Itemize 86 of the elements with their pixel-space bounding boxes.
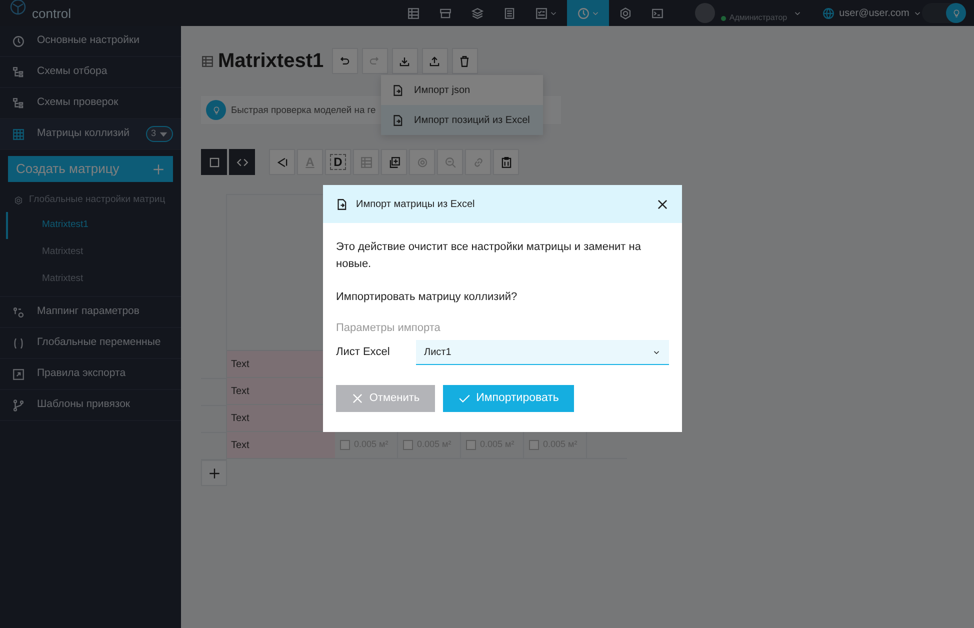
count-badge[interactable]: 3 [146, 126, 173, 142]
clock-icon [12, 34, 25, 48]
logo-icon [10, 0, 26, 15]
logo-text: control [32, 6, 72, 20]
checkbox[interactable] [340, 440, 350, 450]
layers-icon [470, 6, 484, 20]
add-row-button[interactable] [201, 460, 227, 486]
clock-icon [576, 6, 590, 20]
file-import-icon [391, 84, 404, 96]
import-button[interactable]: Импортировать [443, 385, 574, 412]
create-matrix-button[interactable]: Создать матрицу [8, 156, 173, 182]
checkbox[interactable] [529, 440, 539, 450]
checkbox[interactable] [466, 440, 476, 450]
table-icon [201, 54, 214, 68]
page-title: Matrixtest1 [218, 49, 324, 74]
view-toggle[interactable] [229, 149, 255, 175]
terminal-icon [650, 6, 664, 20]
section-label: Параметры импорта [336, 320, 442, 336]
sidebar-item[interactable]: Схемы отбора [0, 57, 181, 88]
dialog-text: Это действие очистит все настройки матрицы и заменит на новые. [336, 240, 642, 272]
tool-button[interactable]: D [325, 149, 351, 175]
account-email[interactable]: user@user.com [839, 6, 910, 20]
checkbox[interactable] [403, 440, 413, 450]
undo-button[interactable] [332, 48, 358, 74]
toolbar-button[interactable] [567, 0, 610, 26]
redo-icon [368, 54, 382, 68]
download-icon [398, 54, 412, 68]
checklist-icon [534, 6, 548, 20]
mapping-icon [12, 306, 25, 318]
lightbulb-icon [206, 100, 226, 120]
link-icon [472, 156, 484, 168]
theme-toggle[interactable] [922, 3, 966, 23]
dropdown-icon [159, 130, 168, 138]
clipboard-icon [500, 156, 512, 168]
eye-icon [416, 156, 428, 168]
tree-icon [12, 96, 25, 110]
matrix-item[interactable]: Matrixtest1 [6, 212, 181, 239]
settings-icon [618, 6, 632, 20]
check-icon [458, 392, 472, 405]
close-icon [351, 392, 364, 405]
undo-icon [338, 54, 352, 68]
tool-button[interactable] [493, 149, 519, 175]
row-label: Text [227, 432, 335, 458]
dialog-text: Импортировать матрицу коллизий? [336, 290, 518, 305]
trash-button[interactable] [452, 48, 478, 74]
menu-item[interactable]: Импорт позиций из Excel [381, 105, 543, 135]
globe-icon [822, 6, 836, 20]
upload-button[interactable] [422, 48, 448, 74]
view-toggle[interactable] [201, 149, 227, 175]
file-import-icon [391, 114, 404, 126]
tree-icon [12, 66, 25, 78]
brackets-icon [12, 336, 25, 350]
sidebar-item[interactable]: Шаблоны привязок [0, 390, 181, 421]
sidebar-item[interactable]: Основные настройки [0, 26, 181, 57]
user-role: Администратор [729, 13, 788, 23]
zoom-out-icon [444, 156, 456, 168]
field-label: Лист Excel [336, 345, 391, 360]
trash-icon [458, 54, 472, 68]
sheet-select[interactable]: Лист1 [416, 340, 669, 365]
file-import-icon [335, 198, 348, 210]
grid-icon [12, 128, 25, 140]
square-icon [208, 156, 220, 168]
sidebar-item[interactable]: Глобальные переменные [0, 328, 181, 359]
plus-icon [152, 162, 165, 176]
sidebar-item[interactable]: Правила экспорта [0, 359, 181, 390]
branch-icon [12, 398, 25, 412]
copy-plus-icon [388, 156, 400, 168]
hint-text: Быстрая проверка моделей на ге [231, 102, 376, 117]
plus-icon [208, 466, 220, 480]
lightbulb-icon [952, 8, 960, 18]
archive-icon [438, 6, 452, 20]
sidebar-item[interactable]: Маппинг параметров [0, 297, 181, 328]
upload-icon [428, 54, 442, 68]
menu-item[interactable]: Импорт json [381, 75, 543, 105]
table-icon [360, 156, 372, 168]
tool-button[interactable] [269, 149, 295, 175]
download-button[interactable] [392, 48, 418, 74]
tool-button[interactable] [381, 149, 407, 175]
table-icon [406, 6, 420, 20]
sidebar-item[interactable]: Матрицы коллизий 3 [0, 119, 181, 150]
status-dot [721, 16, 726, 20]
export-icon [12, 368, 25, 380]
triangle-icon [276, 156, 288, 168]
document-icon [502, 6, 516, 20]
dialog-title: Импорт матрицы из Excel [356, 198, 475, 212]
settings-icon [14, 196, 23, 204]
